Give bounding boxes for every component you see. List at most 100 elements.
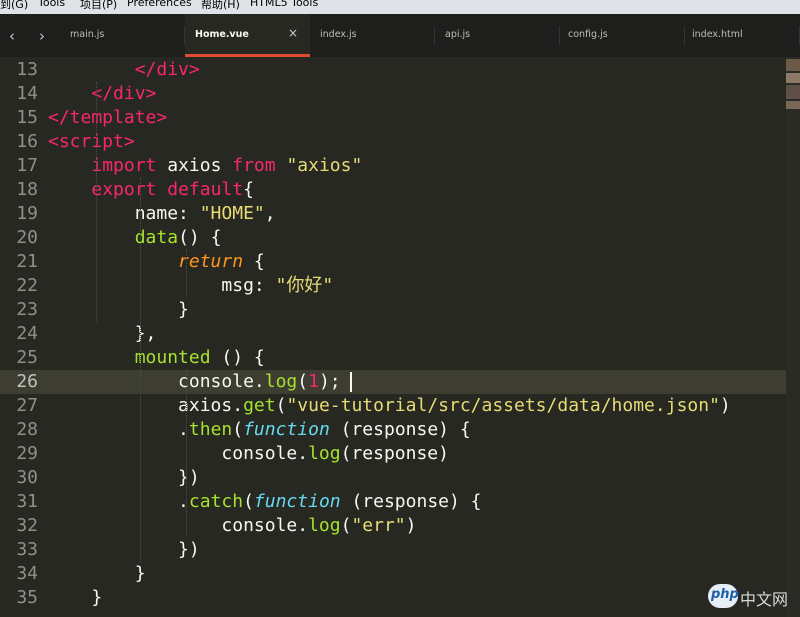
line-number: 29 (16, 443, 38, 464)
line-number: 19 (16, 203, 38, 224)
code-text: }) (48, 539, 200, 560)
code-text: </template> (48, 107, 168, 128)
line-number: 28 (16, 419, 38, 440)
code-text: </div> (91, 83, 157, 104)
line-number: 31 (16, 491, 38, 512)
code-line[interactable]: 25 mounted () { (0, 346, 786, 370)
text-cursor (350, 372, 353, 392)
line-number: 30 (16, 467, 38, 488)
logo-text: php (711, 587, 739, 602)
code-text: name: "HOME", (48, 203, 276, 224)
code-line[interactable]: 22 msg: "你好" (0, 274, 786, 298)
code-text: console.log(1); (48, 371, 341, 392)
line-number: 25 (16, 347, 38, 368)
menu-item[interactable]: 帮助(H) (201, 0, 240, 12)
line-number: 14 (16, 83, 38, 104)
line-number: 16 (16, 131, 38, 152)
code-line[interactable]: 34 } (0, 562, 786, 586)
minimap-block (786, 73, 800, 83)
menu-item[interactable]: Preferences (127, 0, 192, 9)
tab-label: index.html (692, 29, 743, 40)
code-text: } (48, 299, 189, 320)
tab-main-js[interactable]: main.js (60, 14, 185, 57)
code-editor[interactable]: 13 </div> 14 </div> 15 </template> 16 <script… (0, 57, 800, 617)
line-number: 26 (16, 371, 38, 392)
tab-home-vue[interactable]: Home.vue × (185, 14, 310, 57)
tab-index-js[interactable]: index.js (310, 14, 435, 57)
tab-label: main.js (70, 29, 105, 40)
code-line[interactable]: 18 export default{ (0, 178, 786, 202)
code-text: axios.get("vue-tutorial/src/assets/data/… (48, 395, 731, 416)
minimap[interactable] (786, 57, 800, 617)
tab-label: index.js (320, 29, 357, 40)
code-line[interactable]: 35 } (0, 586, 786, 610)
line-number: 20 (16, 227, 38, 248)
chevron-left-icon[interactable]: ‹ (2, 26, 22, 46)
menu-item[interactable]: 到(G) (0, 0, 28, 12)
code-line[interactable]: 13 </div> (0, 58, 786, 82)
minimap-block (786, 59, 800, 71)
code-text: msg: "你好" (48, 275, 334, 296)
minimap-block (786, 101, 800, 109)
menu-bar: 到(G) Tools 项目(P) Preferences 帮助(H) HTML5 Tool… (0, 0, 800, 14)
indent-guide (186, 250, 187, 298)
code-line[interactable]: 29 console.log(response) (0, 442, 786, 466)
code-line[interactable]: 33 }) (0, 538, 786, 562)
line-number: 32 (16, 515, 38, 536)
line-number: 33 (16, 539, 38, 560)
code-text: .catch(function (response) { (48, 491, 482, 512)
php-logo: php (708, 584, 739, 608)
menu-item[interactable]: HTML5 Tools (250, 0, 318, 9)
minimap-block (786, 85, 800, 99)
code-line[interactable]: 31 .catch(function (response) { (0, 490, 786, 514)
code-text: .then(function (response) { (48, 419, 471, 440)
tab-index-html[interactable]: index.html (685, 14, 800, 57)
line-number: 34 (16, 563, 38, 584)
line-number: 35 (16, 587, 38, 608)
line-number: 17 (16, 155, 38, 176)
code-line[interactable]: 30 }) (0, 466, 786, 490)
code-text: return { (178, 251, 265, 272)
code-text: mounted () { (134, 347, 265, 368)
indent-guide (186, 370, 187, 538)
code-text: </div> (134, 59, 200, 80)
tab-config-js[interactable]: config.js (560, 14, 685, 57)
code-line[interactable]: 21 return { (0, 250, 786, 274)
code-text: export default{ (91, 179, 254, 200)
tab-bar: ‹ › main.js Home.vue × index.js api.js config… (0, 14, 800, 58)
line-number: 18 (16, 179, 38, 200)
line-number: 24 (16, 323, 38, 344)
code-line[interactable]: 23 } (0, 298, 786, 322)
code-line[interactable]: 24 }, (0, 322, 786, 346)
menu-item[interactable]: Tools (38, 0, 65, 9)
close-tab-icon[interactable]: × (288, 26, 298, 40)
line-number: 23 (16, 299, 38, 320)
code-line[interactable]: 26 console.log(1); (0, 370, 786, 394)
tab-api-js[interactable]: api.js (435, 14, 560, 57)
code-line[interactable]: 15 </template> (0, 106, 786, 130)
code-line[interactable]: 32 console.log("err") (0, 514, 786, 538)
line-number: 15 (16, 107, 38, 128)
code-text: data() { (134, 227, 222, 248)
indent-guide (140, 178, 141, 562)
indent-guide (96, 82, 97, 322)
watermark-text: 中文网 (740, 590, 789, 609)
code-line[interactable]: 19 name: "HOME", (0, 202, 786, 226)
code-line[interactable]: 27 axios.get("vue-tutorial/src/assets/da… (0, 394, 786, 418)
code-text: }) (48, 467, 200, 488)
code-text: <script> (48, 131, 135, 152)
tab-label: api.js (445, 29, 471, 40)
code-line[interactable]: 17 import axios from "axios" (0, 154, 786, 178)
line-number: 27 (16, 395, 38, 416)
line-number: 21 (16, 251, 38, 272)
code-text: console.log(response) (48, 443, 449, 464)
code-text: } (48, 563, 146, 584)
code-text: console.log("err") (48, 515, 417, 536)
code-line[interactable]: 14 </div> (0, 82, 786, 106)
code-line[interactable]: 28 .then(function (response) { (0, 418, 786, 442)
chevron-right-icon[interactable]: › (32, 26, 52, 46)
menu-item[interactable]: 项目(P) (80, 0, 117, 12)
code-line[interactable]: 16 <script> (0, 130, 786, 154)
code-line[interactable]: 20 data() { (0, 226, 786, 250)
line-number: 13 (16, 59, 38, 80)
